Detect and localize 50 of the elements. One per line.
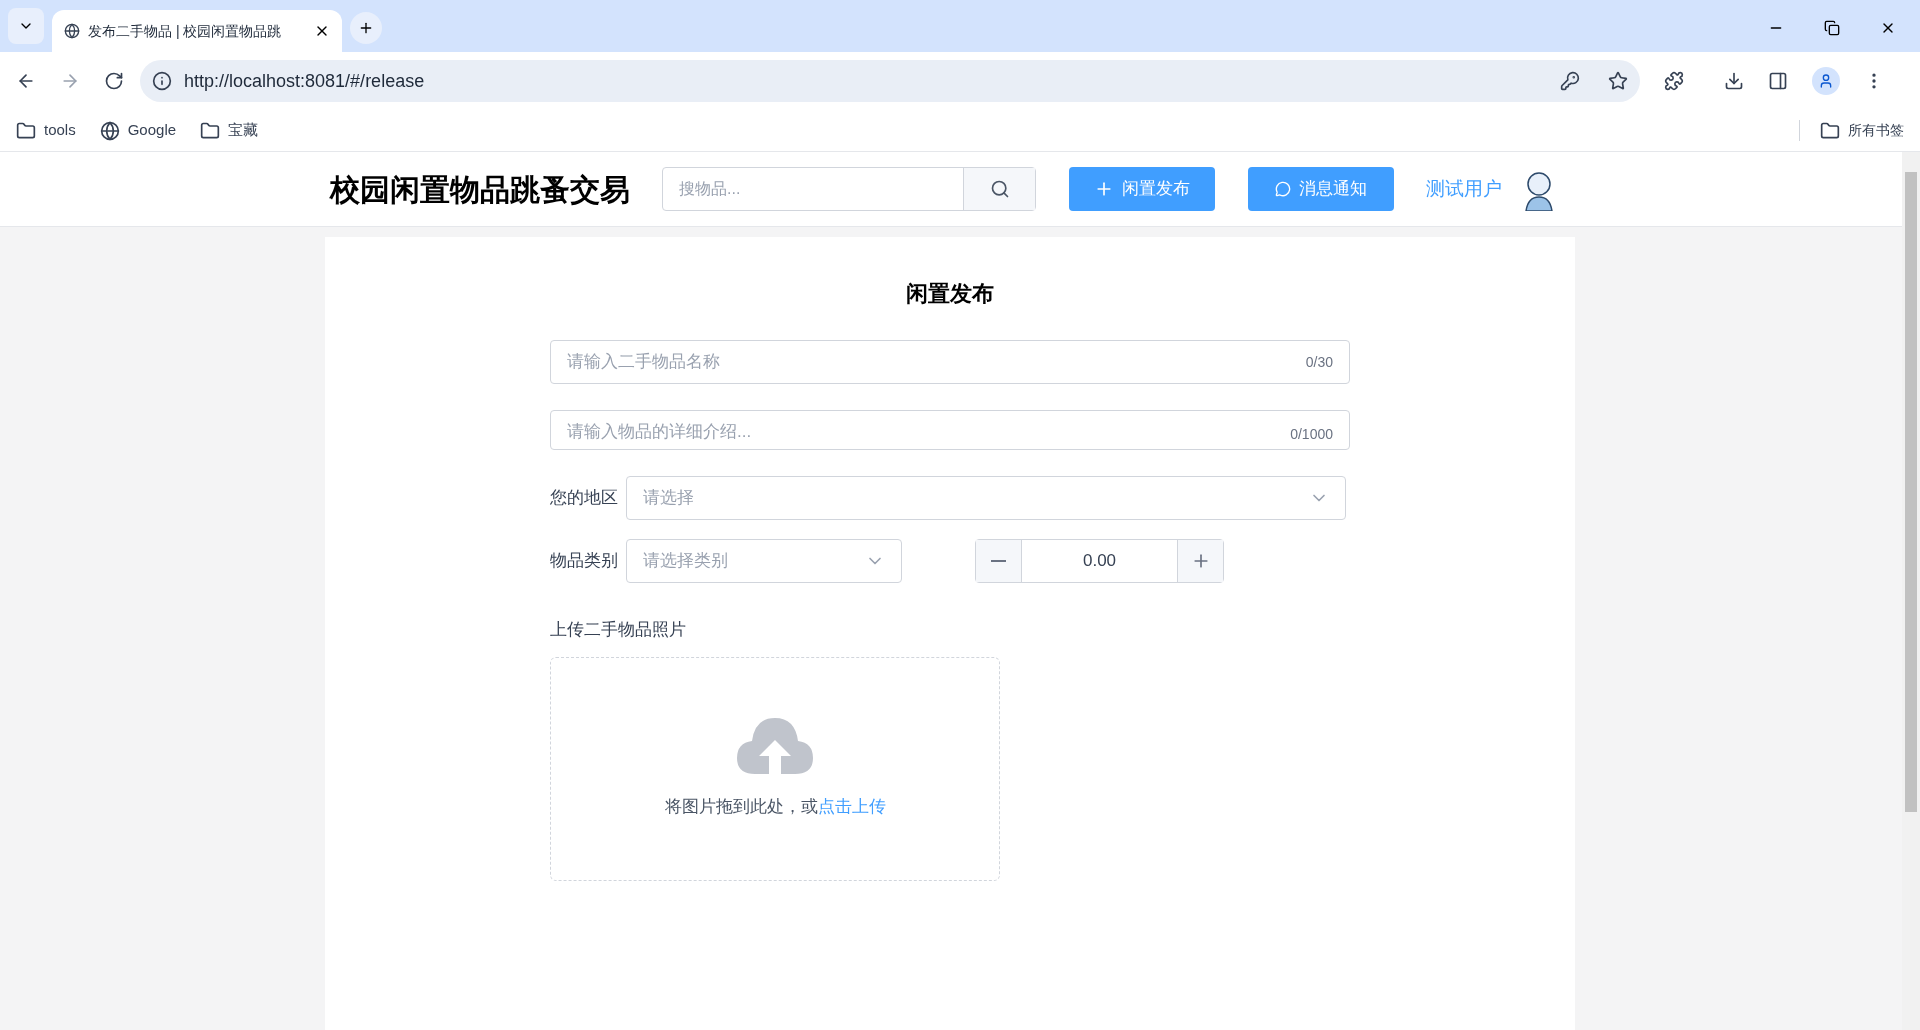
search-button[interactable] bbox=[963, 168, 1035, 210]
globe-icon bbox=[64, 23, 80, 39]
scrollbar[interactable] bbox=[1902, 152, 1920, 1030]
name-field[interactable]: 请输入二手物品名称 0/30 bbox=[550, 340, 1350, 384]
form-title: 闲置发布 bbox=[905, 280, 995, 308]
character-counter: 0/30 bbox=[1305, 352, 1333, 372]
url-text: http://localhost:8081/#/release bbox=[184, 69, 426, 93]
tab-title: 发布二手物品 | 校园闲置物品跳 bbox=[88, 21, 283, 41]
description-field[interactable]: 请输入物品的详细介绍... 0/1000 bbox=[550, 410, 1350, 450]
download-icon[interactable] bbox=[1724, 71, 1744, 91]
search-input[interactable]: 搜物品... bbox=[663, 168, 963, 210]
site-title: 校园闲置物品跳蚤交易 bbox=[330, 171, 630, 208]
cloud-upload-icon bbox=[737, 717, 813, 774]
profile-icon[interactable] bbox=[1812, 67, 1840, 95]
globe-icon bbox=[99, 120, 120, 141]
reload-icon[interactable] bbox=[104, 71, 124, 91]
search-field[interactable]: 搜物品... bbox=[662, 167, 1036, 211]
select-placeholder: 请选择 bbox=[643, 487, 695, 510]
search-icon bbox=[989, 179, 1010, 199]
key-icon[interactable] bbox=[1560, 71, 1580, 91]
side-panel-icon[interactable] bbox=[1768, 71, 1788, 91]
all-bookmarks-link[interactable]: 所有书签 bbox=[1799, 120, 1904, 141]
bookmark-link[interactable]: tools bbox=[16, 119, 76, 142]
folder-icon bbox=[200, 120, 221, 141]
select-placeholder: 请选择类别 bbox=[643, 550, 729, 573]
folder-icon bbox=[16, 120, 36, 141]
increase-button[interactable] bbox=[1177, 540, 1223, 582]
character-counter: 0/1000 bbox=[1290, 425, 1333, 444]
upload-hint: 将图片拖到此处，或点击上传 bbox=[664, 795, 886, 818]
restore-icon[interactable] bbox=[1824, 20, 1840, 36]
price-field[interactable]: 0.00 bbox=[1022, 540, 1177, 582]
folder-icon bbox=[1820, 120, 1840, 141]
plus-icon bbox=[358, 20, 374, 36]
browser-tab[interactable]: 发布二手物品 | 校园闲置物品跳 bbox=[52, 10, 342, 52]
bookmark-link[interactable]: Google bbox=[99, 119, 177, 142]
star-icon[interactable] bbox=[1608, 71, 1628, 91]
upload-dropzone[interactable]: 将图片拖到此处，或点击上传 bbox=[550, 656, 1000, 881]
puzzle-icon[interactable] bbox=[1664, 71, 1684, 91]
field-label: 物品类别 bbox=[550, 550, 619, 573]
name-input[interactable]: 请输入二手物品名称 bbox=[567, 349, 1306, 375]
chat-icon bbox=[1275, 181, 1291, 197]
bookmark-link[interactable]: 宝藏 bbox=[200, 119, 259, 142]
description-input[interactable]: 请输入物品的详细介绍... bbox=[567, 411, 1291, 449]
address-bar[interactable]: http://localhost:8081/#/release bbox=[140, 60, 1640, 102]
upload-label: 上传二手物品照片 bbox=[550, 619, 686, 641]
new-tab-button[interactable] bbox=[350, 12, 382, 44]
info-icon bbox=[152, 71, 172, 91]
field-label: 您的地区 bbox=[550, 487, 619, 510]
minus-icon bbox=[991, 560, 1006, 562]
price-stepper[interactable]: 0.00 bbox=[975, 539, 1224, 583]
